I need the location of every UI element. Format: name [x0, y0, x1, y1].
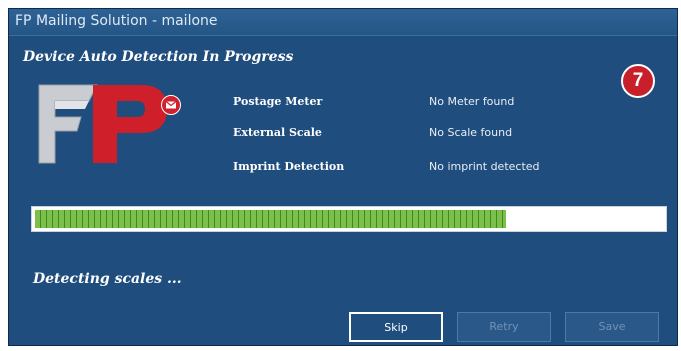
imprint-detection-status: No imprint detected	[429, 160, 540, 173]
progress-fill	[35, 210, 506, 228]
postage-meter-label: Postage Meter	[233, 95, 323, 108]
retry-button[interactable]: Retry	[457, 312, 551, 342]
window-title: FP Mailing Solution - mailone	[15, 13, 218, 29]
postage-meter-status: No Meter found	[429, 95, 515, 108]
save-button[interactable]: Save	[565, 312, 659, 342]
imprint-detection-label: Imprint Detection	[233, 160, 345, 173]
detection-dialog: FP Mailing Solution - mailone Device Aut…	[8, 8, 678, 346]
page-heading: Device Auto Detection In Progress	[23, 49, 294, 65]
envelope-icon	[161, 95, 181, 115]
external-scale-status: No Scale found	[429, 126, 513, 139]
external-scale-label: External Scale	[233, 126, 322, 139]
detection-progress-bar	[31, 206, 667, 232]
title-bar[interactable]: FP Mailing Solution - mailone	[9, 9, 677, 36]
step-badge: 7	[621, 64, 655, 98]
fp-logo	[38, 84, 167, 164]
status-text: Detecting scales ...	[33, 271, 182, 287]
skip-button[interactable]: Skip	[349, 312, 443, 342]
